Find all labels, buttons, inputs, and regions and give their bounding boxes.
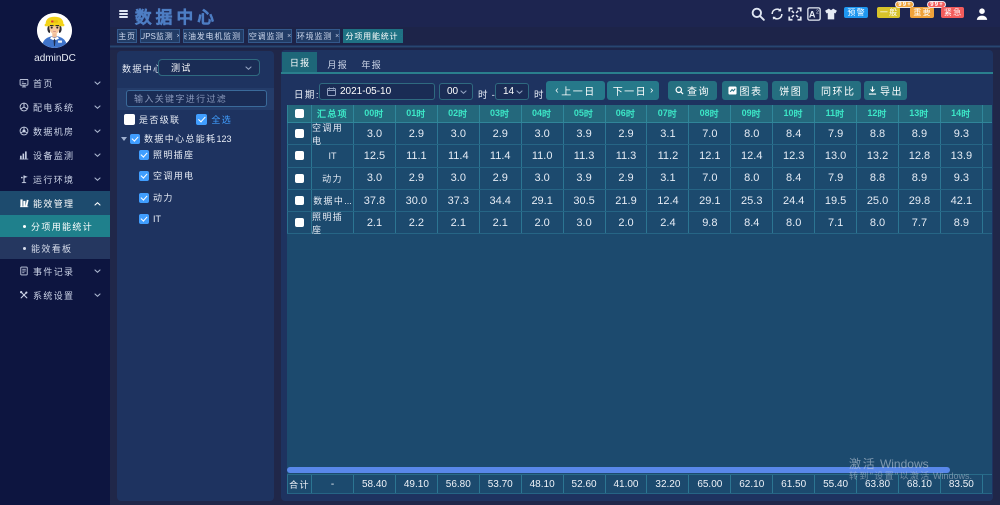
svg-text:A: A (809, 9, 816, 19)
svg-text:2: 2 (816, 9, 819, 15)
